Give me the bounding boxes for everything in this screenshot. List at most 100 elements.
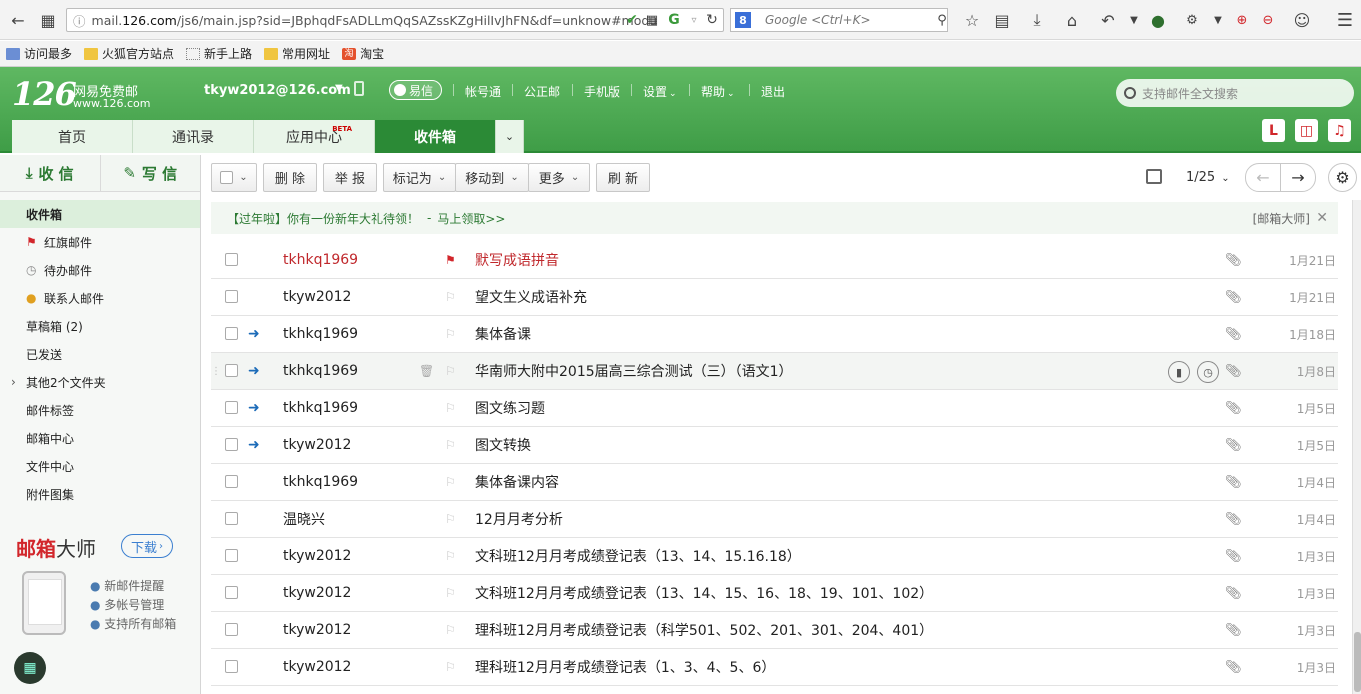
page-indicator[interactable]: 1/25 ⌄ [1186,170,1230,185]
flag-icon[interactable]: ⚐ [445,475,456,489]
move-to-button[interactable]: 移动到 ⌄ [455,163,529,192]
addon-globe-icon[interactable]: ● [1146,8,1170,32]
next-page-button[interactable]: → [1280,163,1316,192]
zoom-in-icon[interactable]: ⊕ [1230,8,1254,32]
bookmark-firefox-official[interactable]: 火狐官方站点 [84,45,174,62]
trash-icon[interactable]: 🗑︎ [419,364,434,378]
sidebar-item-sent[interactable]: 已发送 [0,340,200,368]
flag-icon[interactable]: ⚐ [445,438,456,452]
browser-search-input[interactable]: 8 Google <Ctrl+K> [730,8,948,32]
table-row[interactable]: tkyw2012 ⚐ 文科班12月月考成绩登记表（13、14、15.16.18）… [211,538,1338,575]
compose-button[interactable]: ✎ 写 信 [101,155,201,191]
row-checkbox[interactable] [225,401,238,414]
addon-dropdown-icon[interactable]: ▼ [1206,8,1230,32]
row-checkbox[interactable] [225,438,238,451]
bookmark-star-icon[interactable]: ☆ [960,8,984,32]
row-checkbox[interactable] [225,253,238,266]
delete-button[interactable]: 删 除 [263,163,317,192]
app-grid-icon[interactable]: ▦ [14,652,46,684]
table-row[interactable]: tkyw2012 ⚐ 理科班12月月考成绩登记表（科学501、502、201、3… [211,612,1338,649]
close-icon[interactable]: ✕ [1316,210,1328,226]
tab-home[interactable]: 首页 [12,120,133,153]
prev-page-button[interactable]: ← [1245,163,1281,192]
flag-icon[interactable]: ⚐ [445,586,456,600]
tab-grid-icon[interactable]: ▦ [36,8,60,32]
sidebar-item-contacts-mail[interactable]: ● 联系人邮件 [0,284,200,312]
sidebar-item-drafts[interactable]: 草稿箱 (2) [0,312,200,340]
download-icon[interactable]: ⤓ [1025,8,1049,32]
account-name[interactable]: tkyw2012@126.com [204,83,351,98]
flag-icon[interactable]: ⚐ [445,549,456,563]
sidebar-item-todo[interactable]: ◷ 待办邮件 [0,256,200,284]
table-row[interactable]: tkyw2012 ⚐ 望文生义成语补充 📎︎ 1月21日 [211,279,1338,316]
mobile-icon[interactable] [354,81,364,96]
promo-download-button[interactable]: 下载 › [121,534,173,558]
link-mobile-version[interactable]: 手机版 [584,83,620,100]
select-all-checkbox[interactable] [220,171,234,184]
more-button[interactable]: 更多 ⌄ [528,163,590,192]
report-button[interactable]: 举 报 [323,163,377,192]
flag-icon[interactable]: ⚐ [445,623,456,637]
flag-icon[interactable]: ⚐ [445,327,456,341]
mail-search-input[interactable]: 支持邮件全文搜索 [1116,79,1354,107]
tab-inbox[interactable]: 收件箱 [375,120,496,153]
lofter-icon[interactable]: L [1262,119,1285,142]
refresh-button[interactable]: 刷 新 [596,163,650,192]
tab-app-center[interactable]: 应用中心 BETA [254,120,375,153]
row-checkbox[interactable] [225,512,238,525]
select-all-dropdown[interactable]: ⌄ [211,163,257,192]
link-account-pass[interactable]: 帐号通 [465,83,501,100]
sidebar-item-other-folders[interactable]: › 其他2个文件夹 [0,368,200,396]
music-icon[interactable]: ♫ [1328,119,1351,142]
tab-contacts[interactable]: 通讯录 [133,120,254,153]
link-fair-mail[interactable]: 公正邮 [524,83,560,100]
sidebar-item-attachments[interactable]: 附件图集 [0,480,200,508]
table-row[interactable]: ⋮⋮ ➜ tkhkq1969 🗑︎ ⚐ 华南师大附中2015届高三综合测试（三）… [211,353,1338,390]
link-help[interactable]: 帮助 ⌄ [701,83,735,100]
flag-icon[interactable]: ⚐ [445,512,456,526]
mail-master-promo[interactable]: 邮箱大师 下载 › ● 新邮件提醒 ● 多帐号管理 ● 支持所有邮箱 [0,525,200,645]
page-scrollbar[interactable] [1352,200,1361,694]
clock-icon[interactable]: ◷ [1197,361,1219,383]
row-checkbox[interactable] [225,549,238,562]
table-row[interactable]: 温晓兴 ⚐ 12月月考分析 📎︎ 1月4日 [211,501,1338,538]
table-row[interactable]: ➜ tkhkq1969 ⚐ 图文练习题 📎︎ 1月5日 [211,390,1338,427]
search-magnifier-icon[interactable]: ⚲ [930,8,954,32]
home-icon[interactable]: ⌂ [1060,8,1084,32]
row-checkbox[interactable] [225,290,238,303]
bookmark-getting-started[interactable]: 新手上路 [186,45,252,62]
table-row[interactable]: ➜ tkyw2012 ⚐ 图文转换 📎︎ 1月5日 [211,427,1338,464]
chevron-down-icon[interactable]: ▼ [335,83,343,94]
tabs-more-button[interactable]: ⌄ [496,120,524,153]
link-settings[interactable]: 设置 ⌄ [643,83,677,100]
menu-icon[interactable]: ☰ [1333,8,1357,32]
row-checkbox[interactable] [225,327,238,340]
row-checkbox[interactable] [225,475,238,488]
undo-dropdown-icon[interactable]: ▼ [1122,8,1146,32]
qrcode-icon[interactable]: ▦ [640,8,664,32]
row-checkbox[interactable] [225,660,238,673]
flag-icon[interactable]: ⚐ [445,401,456,415]
notebook-icon[interactable]: ◫ [1295,119,1318,142]
flag-icon[interactable]: ⚐ [445,290,456,304]
red-flag-icon[interactable]: ⚑ [445,253,456,267]
calendar-icon[interactable] [1146,169,1162,184]
undo-icon[interactable]: ↶ [1096,8,1120,32]
notice-link[interactable]: 马上领取>> [437,210,505,227]
row-checkbox[interactable] [225,623,238,636]
row-checkbox[interactable] [225,364,238,377]
zoom-out-icon[interactable]: ⊖ [1256,8,1280,32]
sidebar-item-tags[interactable]: 邮件标签 [0,396,200,424]
reading-list-icon[interactable]: ▤ [990,8,1014,32]
addon-bug-icon[interactable]: ⚙ [1180,8,1204,32]
reload-icon[interactable]: ↻ [700,8,724,32]
mark-as-button[interactable]: 标记为 ⌄ [383,163,456,192]
smiley-icon[interactable]: ☺ [1290,8,1314,32]
back-icon[interactable]: ← [6,8,30,32]
yixin-button[interactable]: 易信 [389,80,442,100]
sidebar-item-flagged[interactable]: ⚑ 红旗邮件 [0,228,200,256]
table-row[interactable]: tkyw2012 ⚐ 文科班12月月考成绩登记表（13、14、15、16、18、… [211,575,1338,612]
link-logout[interactable]: 退出 [761,83,785,100]
chevron-right-icon[interactable]: › [11,375,16,389]
flag-icon[interactable]: ⚐ [445,364,456,378]
